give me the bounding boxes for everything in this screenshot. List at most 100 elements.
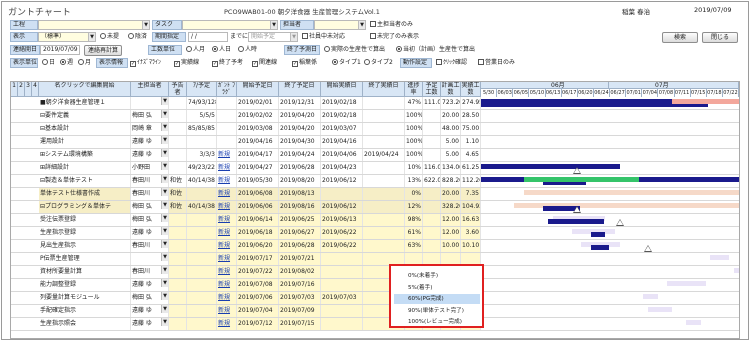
task-name[interactable]: 単体テスト仕様書作成 bbox=[39, 188, 131, 200]
tantou-cell[interactable]: 小野田 ▼ bbox=[131, 162, 169, 174]
renketsu-date-input[interactable]: 2019/07/09 bbox=[40, 45, 80, 55]
chevron-down-icon[interactable]: ▼ bbox=[161, 253, 168, 261]
radio-icon[interactable] bbox=[324, 46, 330, 52]
tantou-cell[interactable]: 遠藤 ゆ ▼ bbox=[131, 149, 169, 161]
gantt-flag-cell[interactable]: 新規 bbox=[217, 201, 237, 213]
checkbox-icon[interactable]: ✓ bbox=[252, 61, 258, 67]
shuryo-opt2-radio[interactable]: 当初（計画）生産性で算出 bbox=[396, 45, 475, 55]
task-name[interactable]: 能力調整登録 bbox=[39, 279, 131, 291]
opt-iriyo-checkbox[interactable]: ｸﾘｯｸ確認 bbox=[436, 58, 467, 68]
radio-icon[interactable] bbox=[364, 59, 370, 65]
radio-selected-icon[interactable] bbox=[396, 46, 402, 52]
task-name[interactable]: ⊟製造＆単体テスト bbox=[39, 175, 131, 187]
opt-type2-radio[interactable]: タイプ2 bbox=[364, 58, 393, 68]
opt-jisseki-checkbox[interactable]: ✓ 実績線 bbox=[174, 58, 199, 68]
gantt-plan-bar[interactable] bbox=[524, 190, 739, 195]
gantt-flag-cell[interactable]: 新規 bbox=[217, 188, 237, 200]
task-name[interactable]: ⊟要件定義 bbox=[39, 110, 131, 122]
chevron-down-icon[interactable]: ▼ bbox=[161, 188, 168, 196]
task-name[interactable]: 生産指示照会 bbox=[39, 318, 131, 330]
task-name[interactable]: 生産指示登録 bbox=[39, 227, 131, 239]
tantou-cell[interactable]: 遠藤 ゆ ▼ bbox=[131, 318, 169, 330]
gantt-flag-cell[interactable]: 新規 bbox=[217, 318, 237, 330]
opt-type1-radio[interactable]: タイプ1 bbox=[332, 58, 361, 68]
task-name[interactable]: 列要量計算モジュール bbox=[39, 292, 131, 304]
gantt-flag-cell[interactable] bbox=[217, 136, 237, 148]
gantt-flag-cell[interactable] bbox=[217, 123, 237, 135]
tantou-cell[interactable]: 遠藤 ゆ ▼ bbox=[131, 227, 169, 239]
progress-option[interactable]: 5%(着手) bbox=[394, 283, 480, 293]
chevron-down-icon[interactable]: ▼ bbox=[161, 97, 168, 105]
hyoji-select[interactable]: （標準） ▼ bbox=[38, 32, 96, 42]
gantt-flag-cell[interactable] bbox=[217, 97, 237, 109]
tantou-cell[interactable]: 春田川 ▼ bbox=[131, 175, 169, 187]
gantt-flag-cell[interactable]: 新規 bbox=[217, 162, 237, 174]
tantou-cell[interactable]: 遠藤 ゆ ▼ bbox=[131, 305, 169, 317]
gantt-progress-bar[interactable] bbox=[547, 219, 605, 224]
gantt-plan-bar[interactable] bbox=[481, 164, 620, 169]
shain-checkbox[interactable]: 社員中未対応 bbox=[302, 32, 345, 42]
kikan-start-select[interactable]: 開始予定 ▼ bbox=[248, 32, 298, 42]
chevron-down-icon[interactable]: ▼ bbox=[161, 201, 168, 209]
radio-icon[interactable] bbox=[238, 46, 244, 52]
kouji-select[interactable]: ▼ bbox=[38, 20, 150, 30]
progress-option[interactable]: 60%(PG完成) bbox=[394, 294, 480, 304]
chevron-down-icon[interactable]: ▼ bbox=[161, 214, 168, 222]
gantt-flag-cell[interactable]: 新規 bbox=[217, 266, 237, 278]
chevron-down-icon[interactable]: ▼ bbox=[358, 21, 365, 29]
mikan-checkbox[interactable]: 未完了のみ表示 bbox=[370, 32, 419, 42]
task-select[interactable]: ▼ bbox=[182, 20, 278, 30]
radio-selected-icon[interactable] bbox=[212, 46, 218, 52]
radio-icon[interactable] bbox=[42, 59, 48, 65]
tantou-cell[interactable]: 遠藤 ゆ ▼ bbox=[131, 279, 169, 291]
chevron-down-icon[interactable]: ▼ bbox=[290, 33, 297, 41]
tantou-cell[interactable]: 遠藤 ゆ ▼ bbox=[131, 136, 169, 148]
task-name[interactable]: ⊞システム環境構築 bbox=[39, 149, 131, 161]
gantt-flag-cell[interactable]: 新規 bbox=[217, 240, 237, 252]
task-name[interactable]: ⊟基本設計 bbox=[39, 123, 131, 135]
gantt-plan-bar[interactable] bbox=[643, 294, 658, 299]
gantt-progress-bar[interactable] bbox=[590, 245, 609, 250]
tantou-cell[interactable]: 梅田 弘 ▼ bbox=[131, 201, 169, 213]
gantt-plan-bar[interactable] bbox=[710, 255, 730, 260]
chevron-down-icon[interactable]: ▼ bbox=[161, 227, 168, 235]
gantt-flag-cell[interactable]: 新規 bbox=[217, 175, 237, 187]
tani-day-radio[interactable]: 日 bbox=[42, 58, 55, 68]
radio-selected-icon[interactable] bbox=[332, 59, 338, 65]
shuryo-opt1-radio[interactable]: 実際の生産性で算出 bbox=[324, 45, 385, 55]
task-name[interactable]: ⊟プログラミング＆単体テ bbox=[39, 201, 131, 213]
tantou-cell[interactable]: 梅田 弘 ▼ bbox=[131, 214, 169, 226]
opt-inazuma-checkbox[interactable]: ✓ ｲﾅｽﾞﾏﾗｲﾝ bbox=[130, 58, 161, 68]
checkbox-icon[interactable]: ✓ bbox=[174, 61, 180, 67]
chevron-down-icon[interactable]: ▼ bbox=[161, 110, 168, 118]
main-tantou-checkbox[interactable]: 主担当者のみ bbox=[370, 20, 413, 30]
tantou-cell[interactable]: 岡崎 章 ▼ bbox=[131, 123, 169, 135]
chevron-down-icon[interactable]: ▼ bbox=[161, 175, 168, 183]
gantt-flag-cell[interactable] bbox=[217, 110, 237, 122]
gantt-flag-cell[interactable]: 新規 bbox=[217, 292, 237, 304]
task-name[interactable]: 受注伝票登録 bbox=[39, 214, 131, 226]
radio-selected-icon[interactable] bbox=[60, 59, 66, 65]
chevron-down-icon[interactable]: ▼ bbox=[161, 305, 168, 313]
opt-eigyoubi-checkbox[interactable]: 営業日のみ bbox=[478, 58, 515, 68]
radio-icon[interactable] bbox=[78, 59, 84, 65]
yotei-radio[interactable]: 陰済 bbox=[128, 32, 147, 42]
tantou-cell[interactable]: ▼ bbox=[131, 253, 169, 265]
task-name[interactable]: ⊞詳細設計 bbox=[39, 162, 131, 174]
opt-kanren-checkbox[interactable]: ✓ 関連線 bbox=[252, 58, 277, 68]
tani-month-radio[interactable]: 月 bbox=[78, 58, 91, 68]
kousuu-ji-radio[interactable]: 人時 bbox=[238, 45, 257, 55]
checkbox-icon[interactable] bbox=[478, 59, 484, 65]
gantt-plan-bar[interactable] bbox=[734, 268, 739, 273]
checkbox-icon[interactable]: ✓ bbox=[292, 61, 298, 67]
checkbox-icon[interactable] bbox=[436, 59, 442, 65]
chevron-down-icon[interactable]: ▼ bbox=[161, 318, 168, 326]
chevron-down-icon[interactable]: ▼ bbox=[161, 292, 168, 300]
task-name[interactable]: 手配確定指示 bbox=[39, 305, 131, 317]
radio-icon[interactable] bbox=[100, 33, 106, 39]
chevron-down-icon[interactable]: ▼ bbox=[161, 149, 168, 157]
tantou-cell[interactable]: 梅田 弘 ▼ bbox=[131, 292, 169, 304]
chevron-down-icon[interactable]: ▼ bbox=[161, 240, 168, 248]
opt-shuryo-checkbox[interactable]: ✓ 終了予考 bbox=[212, 58, 243, 68]
search-button[interactable]: 検索 bbox=[662, 32, 698, 43]
